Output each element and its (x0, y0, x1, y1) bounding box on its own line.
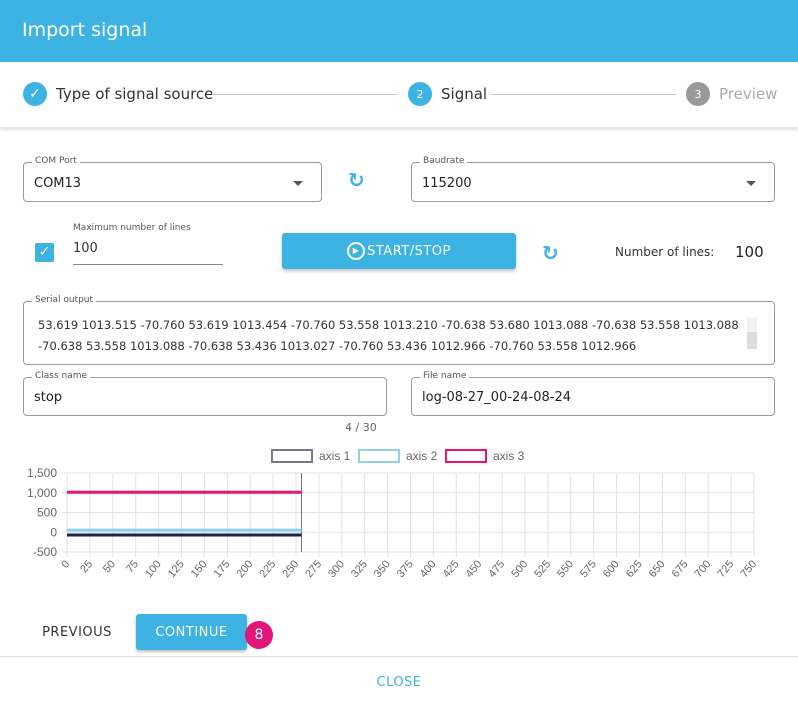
x-tick-label: 250 (280, 558, 301, 580)
class-name-input[interactable]: Class name stop (23, 371, 387, 416)
chevron-down-icon (746, 181, 756, 186)
scrollbar[interactable] (747, 317, 757, 349)
x-tick-label: 750 (738, 558, 759, 580)
start-stop-button[interactable]: ▶ START/STOP (282, 233, 516, 269)
legend-label: axis 1 (319, 449, 351, 463)
value: COM13 (34, 176, 82, 191)
x-tick-label: 300 (326, 558, 347, 580)
value: log-08-27_00-24-08-24 (422, 390, 572, 405)
char-counter: 4 / 30 (345, 421, 377, 434)
y-tick-label: 0 (50, 525, 57, 539)
continue-button[interactable]: CONTINUE (136, 614, 247, 650)
serial-output[interactable]: Serial output 53.619 1013.515 -70.760 53… (23, 295, 775, 365)
signal-chart: axis 1 axis 2 axis 31,5001,0005000-5000 25 5… (27, 449, 759, 580)
x-tick-label: 0 (59, 558, 72, 570)
x-tick-label: 575 (578, 558, 599, 580)
max-lines-checkbox[interactable]: ✓ (35, 243, 54, 262)
x-tick-label: 175 (212, 558, 233, 580)
x-tick-label: 275 (303, 558, 324, 580)
x-tick-label: 525 (532, 558, 553, 580)
x-tick-label: 125 (166, 558, 187, 580)
x-tick-label: 425 (441, 558, 462, 580)
x-tick-label: 400 (418, 558, 439, 580)
x-tick-label: 325 (349, 558, 370, 580)
serial-line: -70.638 53.558 1013.088 -70.638 53.436 1… (38, 339, 637, 353)
max-lines-label: Maximum number of lines (73, 223, 191, 233)
baudrate-select[interactable]: Baudrate 115200 (411, 156, 775, 202)
y-tick-label: 1,000 (27, 486, 57, 500)
step-signal[interactable]: 2 Signal (408, 82, 487, 106)
chevron-down-icon (293, 181, 303, 186)
play-icon: ▶ (347, 242, 366, 260)
stepper: ✓ Type of signal source 2 Signal 3 Preview (0, 62, 798, 128)
x-tick-label: 200 (235, 558, 256, 580)
x-tick-label: 100 (143, 558, 164, 580)
y-tick-label: 1,500 (27, 466, 57, 480)
legend-swatch (445, 449, 487, 463)
step-label: Type of signal source (56, 85, 214, 103)
com-port-select[interactable]: COM Port COM13 (23, 156, 322, 202)
step-label: Signal (441, 85, 488, 103)
x-tick-label: 600 (601, 558, 622, 580)
label: Baudrate (420, 156, 468, 166)
previous-button[interactable]: PREVIOUS (28, 616, 126, 648)
x-tick-label: 675 (670, 558, 691, 580)
dialog-title: Import signal (0, 0, 798, 62)
legend-label: axis 3 (493, 449, 525, 463)
step-badge: 8 (245, 621, 273, 649)
x-tick-label: 450 (464, 558, 485, 580)
x-tick-label: 500 (509, 558, 530, 580)
step-number: 2 (408, 82, 432, 106)
value: stop (34, 390, 63, 405)
x-tick-label: 25 (78, 558, 95, 575)
number-of-lines-value: 100 (735, 243, 764, 261)
file-name-input[interactable]: File name log-08-27_00-24-08-24 (411, 371, 775, 416)
step-preview[interactable]: 3 Preview (686, 82, 777, 106)
x-tick-label: 375 (395, 558, 416, 580)
value: 115200 (422, 176, 472, 191)
label: Class name (32, 371, 91, 381)
y-tick-label: -500 (33, 545, 57, 559)
step-number: 3 (686, 82, 710, 106)
x-tick-label: 725 (715, 558, 736, 580)
step-label: Preview (719, 85, 778, 103)
x-tick-label: 75 (124, 558, 141, 575)
x-tick-label: 700 (693, 558, 714, 580)
y-tick-label: 500 (37, 506, 57, 520)
max-lines-input[interactable]: 100 (73, 238, 223, 265)
x-tick-label: 225 (257, 558, 278, 580)
x-tick-label: 625 (624, 558, 645, 580)
label: File name (420, 371, 470, 381)
button-label: START/STOP (367, 243, 451, 259)
x-tick-label: 50 (101, 558, 118, 575)
x-tick-label: 150 (189, 558, 210, 580)
x-tick-label: 475 (486, 558, 507, 580)
x-tick-label: 350 (372, 558, 393, 580)
number-of-lines-label: Number of lines: (615, 245, 715, 259)
step-source[interactable]: ✓ Type of signal source (23, 82, 213, 106)
label: COM Port (32, 156, 80, 166)
refresh-ports-icon[interactable]: ↻ (348, 168, 365, 192)
refresh-lines-icon[interactable]: ↻ (542, 241, 559, 265)
legend-swatch (271, 449, 313, 463)
x-tick-label: 650 (647, 558, 668, 580)
label: Serial output (32, 295, 97, 305)
x-tick-label: 550 (555, 558, 576, 580)
check-icon: ✓ (23, 82, 47, 106)
close-button[interactable]: CLOSE (360, 668, 438, 696)
legend-label: axis 2 (406, 449, 438, 463)
serial-line: 53.619 1013.515 -70.760 53.619 1013.454 … (38, 318, 738, 332)
legend-swatch (358, 449, 400, 463)
